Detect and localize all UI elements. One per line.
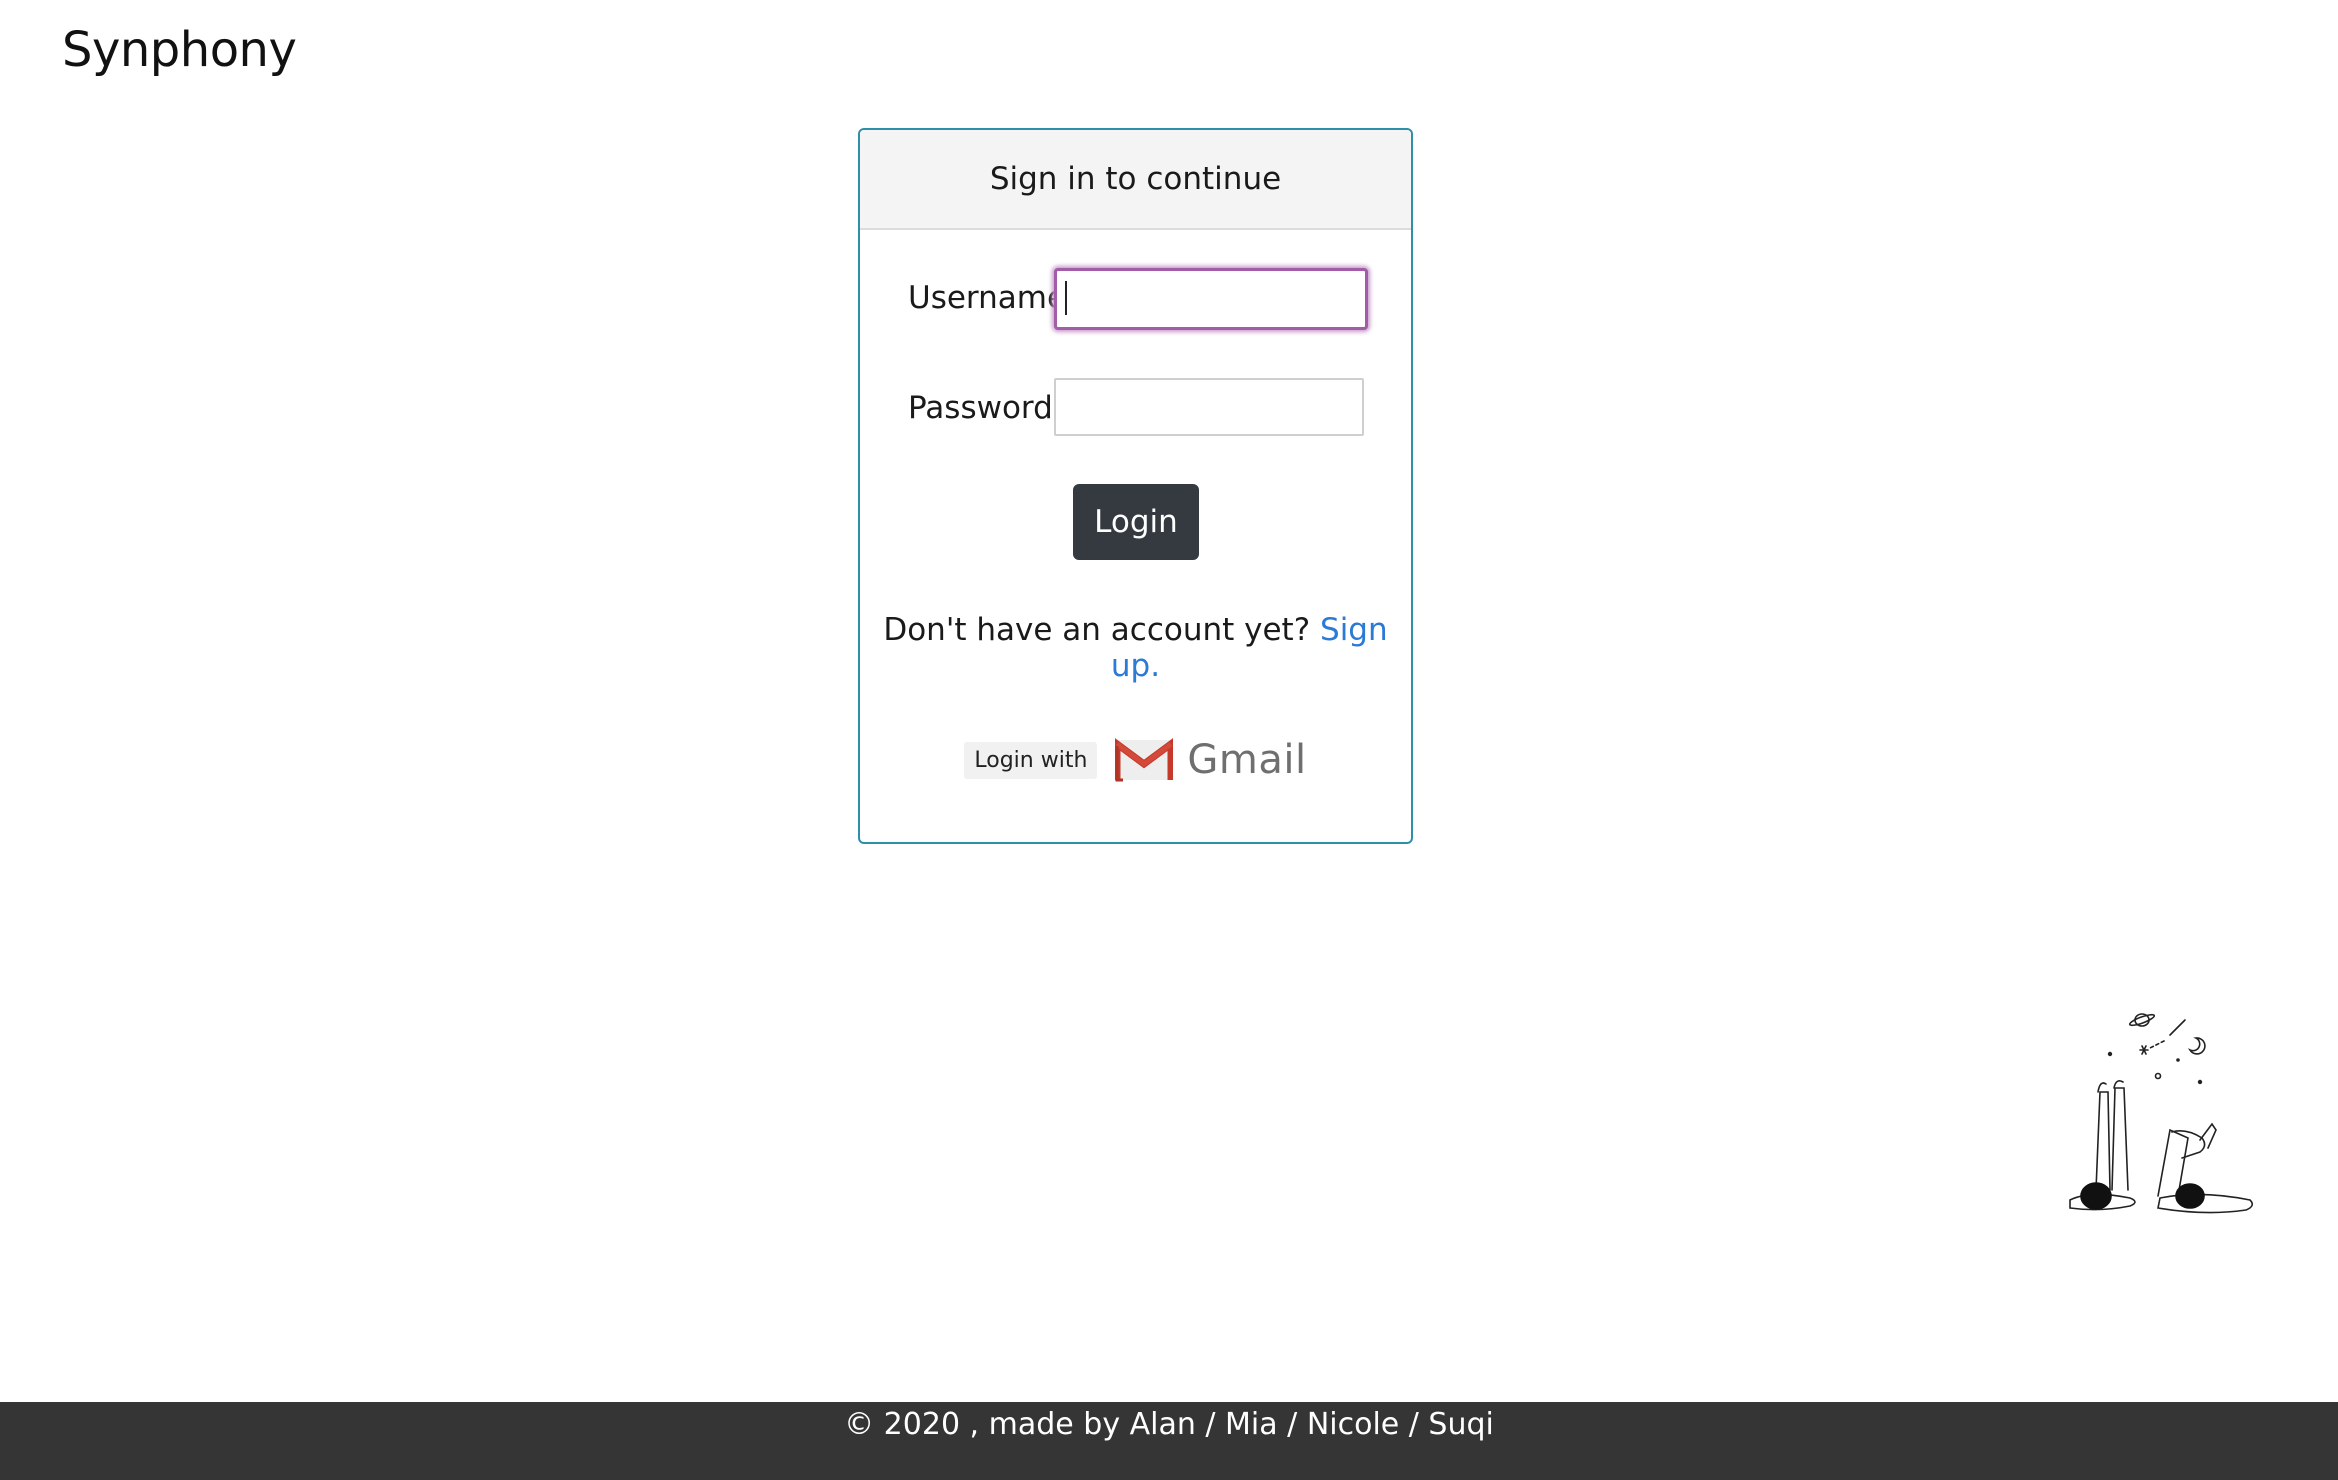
gmail-m-icon <box>1115 738 1174 782</box>
gmail-login-row: Login with Gmail <box>860 730 1411 790</box>
oauth-prefix-label: Login with <box>964 741 1098 779</box>
login-button[interactable]: Login <box>1073 484 1199 560</box>
username-label: Username: <box>908 280 1077 316</box>
username-row: Username: <box>860 268 1411 330</box>
footer-credits: © 2020 , made by Alan / Mia / Nicole / S… <box>844 1407 1494 1442</box>
password-row: Password: <box>860 378 1411 438</box>
login-card: Sign in to continue Username: Password: … <box>858 128 1413 844</box>
gmail-login-button[interactable]: Gmail <box>1115 737 1306 783</box>
stargazing-illustration <box>2069 1013 2254 1214</box>
text-caret <box>1065 281 1067 315</box>
signup-prompt-line: Don't have an account yet? Sign up. <box>860 612 1411 684</box>
footer: © 2020 , made by Alan / Mia / Nicole / S… <box>0 1402 2338 1480</box>
gmail-wordmark: Gmail <box>1187 737 1307 783</box>
card-title: Sign in to continue <box>860 130 1411 230</box>
login-page: Synphony Sign in to continue Username: P… <box>0 0 2338 1480</box>
password-input[interactable] <box>1054 378 1364 436</box>
username-input[interactable] <box>1054 268 1368 330</box>
brand-title[interactable]: Synphony <box>62 22 297 78</box>
password-label: Password: <box>908 390 1064 426</box>
signup-prompt: Don't have an account yet? <box>883 612 1311 648</box>
